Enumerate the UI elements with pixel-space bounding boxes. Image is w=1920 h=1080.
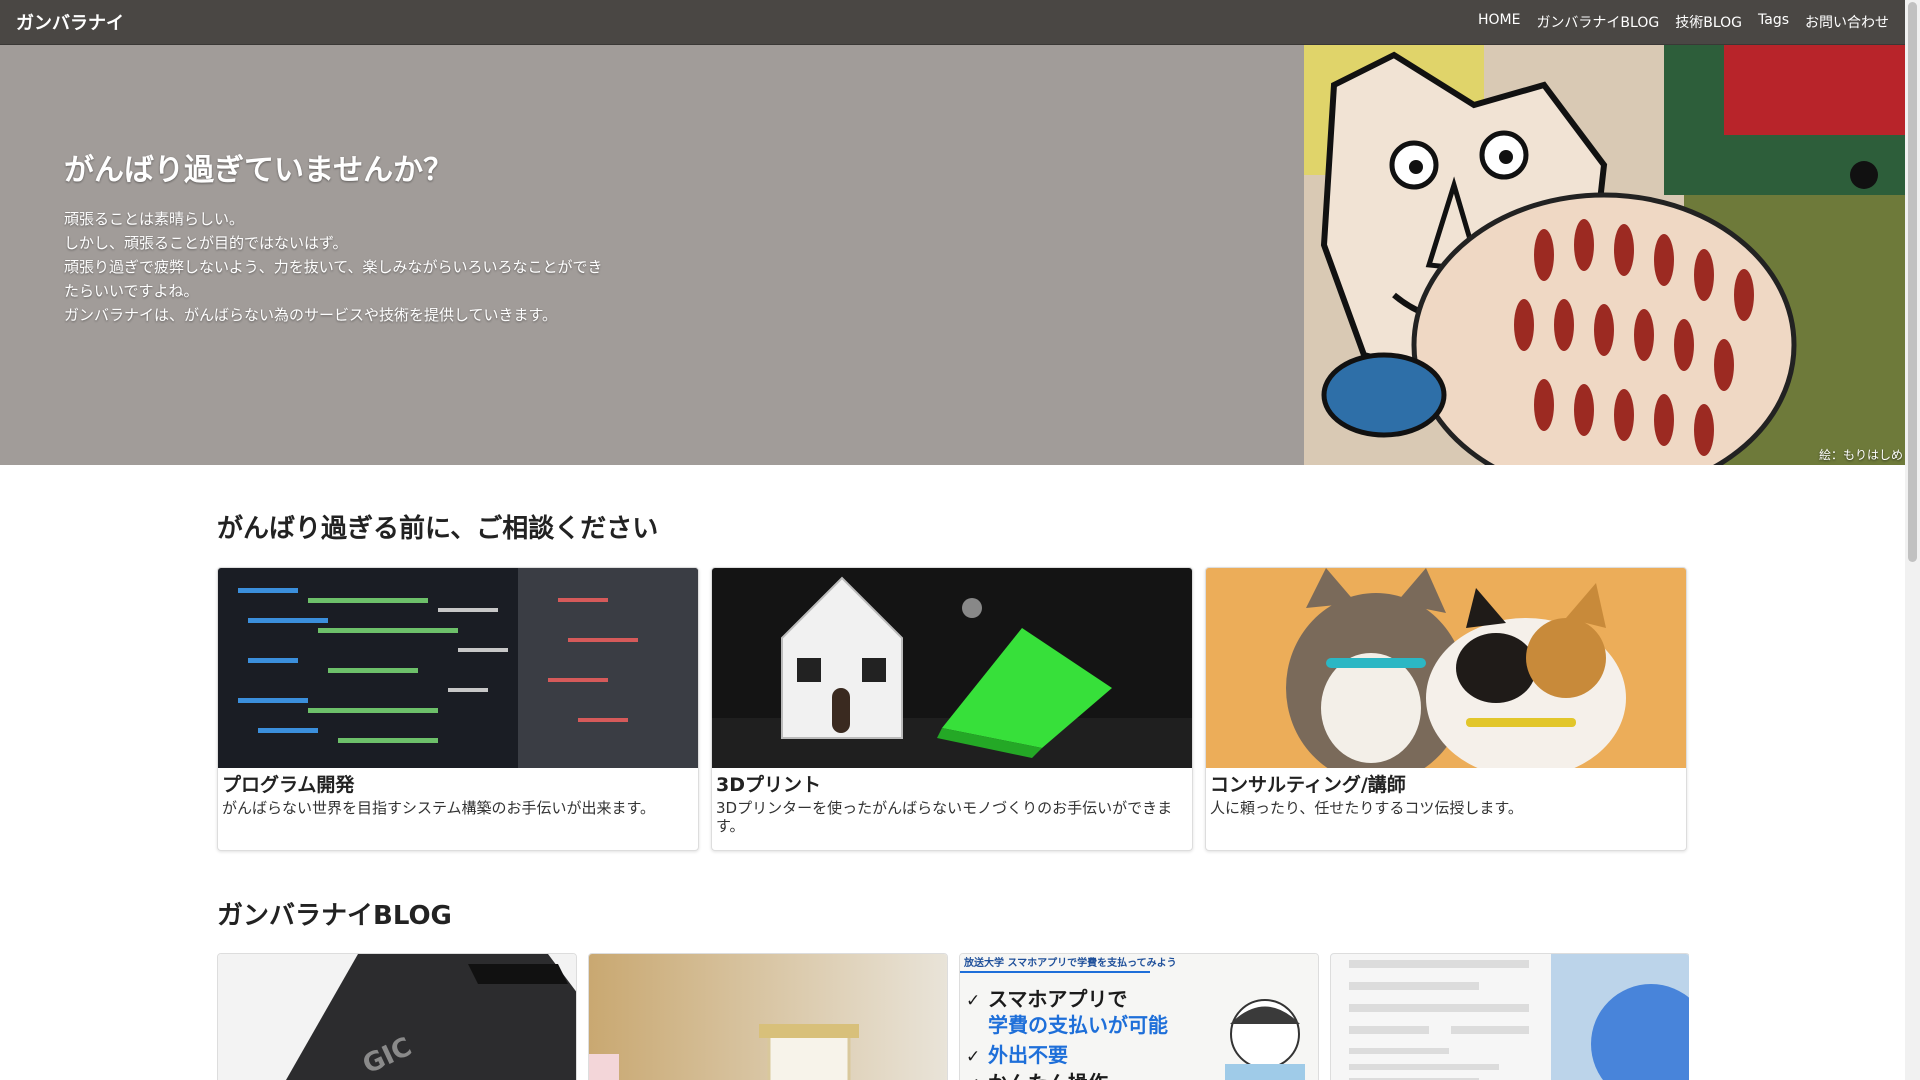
check-icon: ✓ — [966, 1075, 980, 1080]
brand-logo[interactable]: ガンバラナイ — [16, 9, 124, 35]
hero-line: 頑張り過ぎで疲弊しないよう、力を抜いて、楽しみながらいろいろなことができ — [64, 258, 603, 276]
blog-grid: GIC 放送大学 スマホアプリで学費を支払ってみよう ✓ スマホアプリで 学費の… — [217, 953, 1689, 1080]
blog-card[interactable]: 放送大学 スマホアプリで学費を支払ってみよう ✓ スマホアプリで 学費の支払いが… — [959, 953, 1319, 1080]
service-text: がんばらない世界を目指すシステム構築のお手伝いが出来ます。 — [222, 799, 656, 817]
hero-description: 頑張ることは素晴らしい。 しかし、頑張ることが目的ではないはず。 頑張り過ぎで疲… — [64, 207, 644, 327]
hero-line: たらいいですよね。 — [64, 282, 199, 300]
services-grid: プログラム開発 がんばらない世界を目指すシステム構築のお手伝いが出来ます。 3D… — [217, 567, 1689, 851]
service-title: コンサルティング/講師 — [1210, 774, 1406, 796]
blog-card[interactable] — [1330, 953, 1689, 1080]
banner-line: 外出不要 — [988, 1043, 1068, 1067]
service-text: 人に頼ったり、任せたりするコツ伝授します。 — [1210, 799, 1523, 817]
blog-card[interactable]: GIC — [217, 953, 577, 1080]
blog-heading: ガンバラナイBLOG — [217, 901, 452, 931]
hero-text: がんばり過ぎていませんか？ 頑張ることは素晴らしい。 しかし、頑張ることが目的で… — [64, 145, 644, 327]
hero-title: がんばり過ぎていませんか？ — [64, 153, 454, 188]
art-credit: 絵：もりはしめ — [1818, 448, 1903, 462]
service-title: プログラム開発 — [222, 774, 355, 796]
service-card-3dprint[interactable]: 3Dプリント 3Dプリンターを使ったがんばらないモノづくりのお手伝いができます。 — [711, 567, 1193, 851]
3d-printed-house-photo-icon — [712, 568, 1192, 768]
nav-menu: HOME ガンバラナイBLOG 技術BLOG Tags お問い合わせ — [1478, 12, 1889, 32]
smartphone-payment-banner-icon: 放送大学 スマホアプリで学費を支払ってみよう ✓ スマホアプリで 学費の支払いが… — [960, 954, 1318, 1080]
navbar: ガンバラナイ HOME ガンバラナイBLOG 技術BLOG Tags お問い合わ… — [0, 0, 1905, 45]
hero-artwork: 絵：もりはしめ — [1304, 45, 1905, 465]
nav-ganbaranai-blog[interactable]: ガンバラナイBLOG — [1536, 12, 1659, 32]
hero-section: がんばり過ぎていませんか？ 頑張ることは素晴らしい。 しかし、頑張ることが目的で… — [0, 45, 1905, 465]
blog-card[interactable] — [588, 953, 948, 1080]
code-screen-photo-icon — [218, 568, 698, 768]
service-title: 3Dプリント — [716, 774, 821, 796]
service-card-consulting[interactable]: コンサルティング/講師 人に頼ったり、任せたりするコツ伝授します。 — [1205, 567, 1687, 851]
toilet-paper-photo-icon — [589, 954, 947, 1080]
service-text: 3Dプリンターを使ったがんばらないモノづくりのお手伝いができます。 — [716, 799, 1173, 835]
kittens-photo-icon — [1206, 568, 1686, 768]
hero-line: ガンバラナイは、がんばらない為のサービスや技術を提供していきます。 — [64, 306, 558, 324]
banner-line: かんたん操作 — [988, 1071, 1108, 1080]
service-card-programming[interactable]: プログラム開発 がんばらない世界を目指すシステム構築のお手伝いが出来ます。 — [217, 567, 699, 851]
cat-painting-icon — [1304, 45, 1905, 465]
banner-line: 学費の支払いが可能 — [988, 1013, 1168, 1037]
check-icon: ✓ — [966, 991, 980, 1011]
nav-tags[interactable]: Tags — [1758, 12, 1789, 32]
hero-line: しかし、頑張ることが目的ではないはず。 — [64, 234, 348, 252]
installer-screenshot-icon — [1331, 954, 1689, 1080]
check-icon: ✓ — [966, 1047, 980, 1067]
page-scrollbar[interactable] — [1905, 0, 1920, 1080]
nav-tech-blog[interactable]: 技術BLOG — [1675, 12, 1742, 32]
banner-line: スマホアプリで — [988, 987, 1127, 1011]
banner-header: 放送大学 スマホアプリで学費を支払ってみよう — [963, 956, 1177, 969]
hero-line: 頑張ることは素晴らしい。 — [64, 210, 245, 228]
device-photo-icon: GIC — [218, 954, 576, 1080]
scrollbar-thumb[interactable] — [1908, 2, 1917, 562]
nav-home[interactable]: HOME — [1478, 12, 1520, 32]
nav-contact[interactable]: お問い合わせ — [1805, 12, 1889, 32]
services-heading: がんばり過ぎる前に、ご相談ください — [217, 514, 659, 544]
